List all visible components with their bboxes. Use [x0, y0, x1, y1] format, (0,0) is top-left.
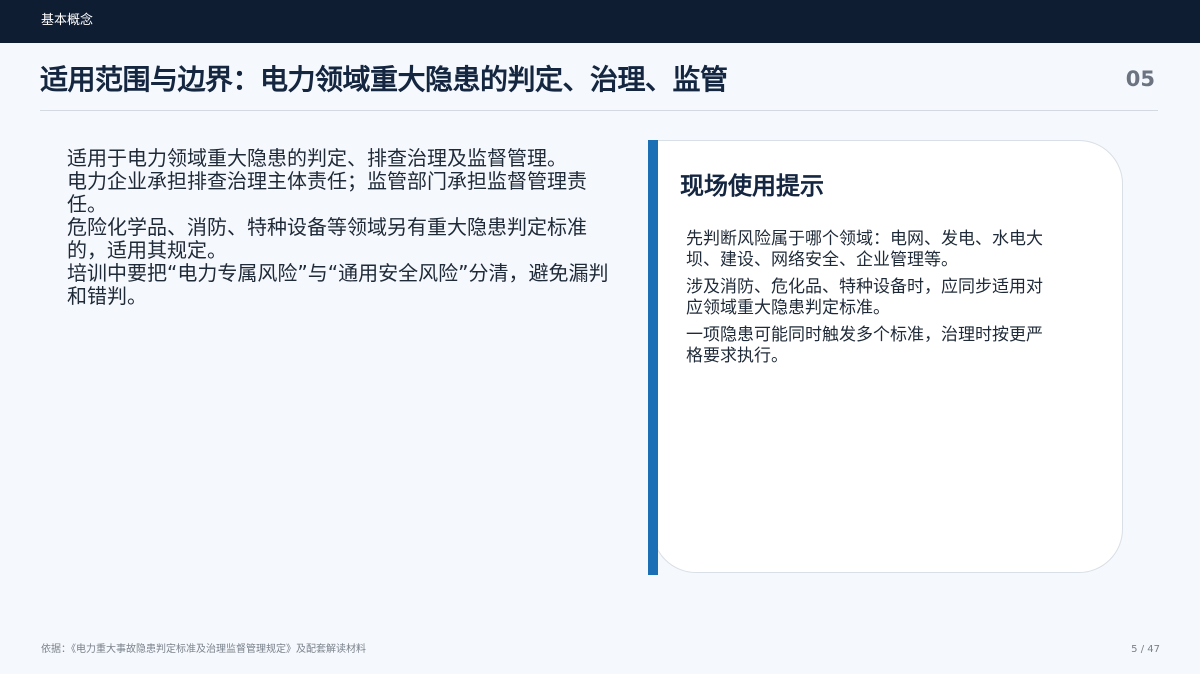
main-point: 危险化学品、消防、特种设备等领域另有重大隐患判定标准的，适用其规定。 — [67, 215, 587, 262]
tip-item: 涉及消防、危化品、特种设备时，应同步适用对应领域重大隐患判定标准。 — [686, 277, 1043, 318]
tip-item: 一项隐患可能同时触发多个标准，治理时按更严格要求执行。 — [686, 325, 1043, 366]
tip-card-heading: 现场使用提示 — [680, 172, 824, 200]
tip-card-accent-bar — [648, 140, 658, 575]
main-point: 电力企业承担排查治理主体责任；监管部门承担监督管理责任。 — [67, 169, 587, 216]
title-divider — [40, 110, 1158, 111]
section-number: 05 — [1125, 67, 1155, 91]
footer-source: 依据：《电力重大事故隐患判定标准及治理监督管理规定》及配套解读材料 — [41, 644, 366, 655]
usage-tip-card: 现场使用提示 先判断风险属于哪个领域：电网、发电、水电大坝、建设、网络安全、企业… — [652, 140, 1123, 573]
main-point: 培训中要把“电力专属风险”与“通用安全风险”分清，避免漏判和错判。 — [67, 261, 609, 308]
main-point: 适用于电力领域重大隐患的判定、排查治理及监督管理。 — [67, 146, 567, 170]
page-title: 适用范围与边界：电力领域重大隐患的判定、治理、监管 — [40, 63, 728, 96]
section-label: 基本概念 — [41, 13, 94, 28]
tip-item: 先判断风险属于哪个领域：电网、发电、水电大坝、建设、网络安全、企业管理等。 — [686, 229, 1043, 270]
top-bar: 基本概念 — [0, 0, 1200, 43]
tip-list: 先判断风险属于哪个领域：电网、发电、水电大坝、建设、网络安全、企业管理等。 涉及… — [686, 229, 1056, 367]
main-points-list: 适用于电力领域重大隐患的判定、排查治理及监督管理。 电力企业承担排查治理主体责任… — [67, 147, 612, 308]
page-indicator: 5 / 47 — [1131, 644, 1160, 655]
